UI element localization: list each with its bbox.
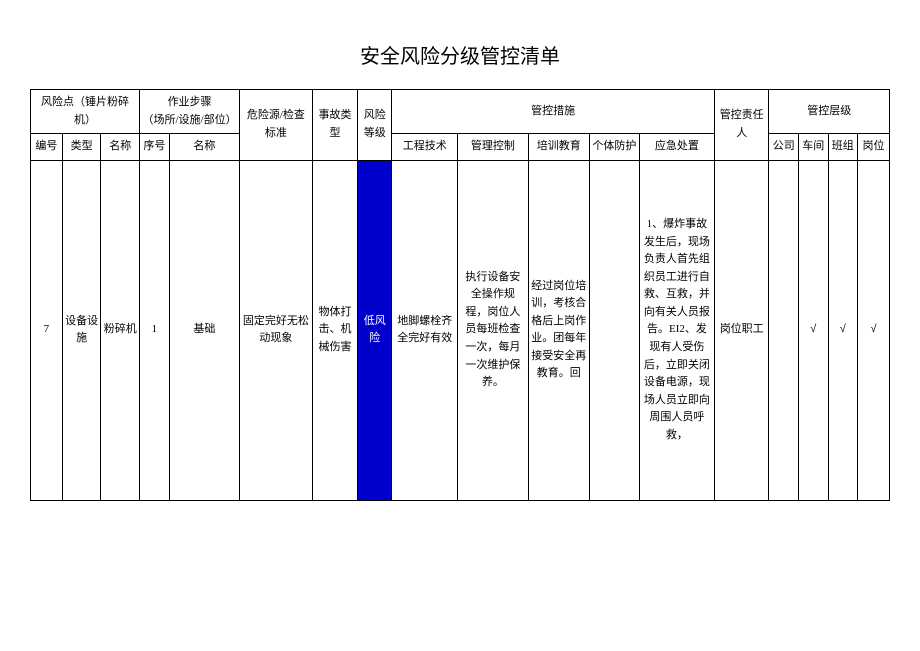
risk-control-table: 风险点（锤片粉碎机） 作业步骤 （场所/设施/部位） 危险源/检查标准 事故类型… (30, 89, 890, 501)
hdr-risk-point: 风险点（锤片粉碎机） (31, 90, 140, 134)
cell-risk-level: 低风险 (358, 160, 392, 500)
cell-eng: 地脚螺栓齐全完好有效 (392, 160, 458, 500)
cell-workshop: √ (798, 160, 828, 500)
hdr-control-level: 管控层级 (769, 90, 890, 134)
cell-num: 7 (31, 160, 63, 500)
cell-company (769, 160, 799, 500)
hdr-risk-level: 风险等级 (358, 90, 392, 161)
table-row: 7 设备设施 粉碎机 1 基础 固定完好无松动现象 物体打击、机械伤害 低风险 … (31, 160, 890, 500)
hdr-team: 班组 (828, 134, 858, 161)
hdr-ppe: 个体防护 (589, 134, 639, 161)
hdr-accident: 事故类型 (312, 90, 357, 161)
hdr-type: 类型 (62, 134, 101, 161)
cell-post: √ (858, 160, 890, 500)
cell-name: 粉碎机 (101, 160, 140, 500)
cell-team: √ (828, 160, 858, 500)
hdr-mgmt: 管理控制 (458, 134, 528, 161)
cell-train: 经过岗位培训，考核合格后上岗作业。团每年接受安全再教育。回 (528, 160, 589, 500)
cell-type: 设备设施 (62, 160, 101, 500)
cell-emerg: 1、爆炸事故发生后，现场负责人首先组织员工进行自救、互救，并向有关人员报告。EI… (639, 160, 714, 500)
cell-step-name: 基础 (169, 160, 239, 500)
hdr-seq: 序号 (140, 134, 170, 161)
hdr-emerg: 应急处置 (639, 134, 714, 161)
hdr-hazard: 危险源/检查标准 (240, 90, 313, 161)
hdr-eng: 工程技术 (392, 134, 458, 161)
hdr-post: 岗位 (858, 134, 890, 161)
hdr-step-name: 名称 (169, 134, 239, 161)
header-row-1: 风险点（锤片粉碎机） 作业步骤 （场所/设施/部位） 危险源/检查标准 事故类型… (31, 90, 890, 134)
cell-ppe (589, 160, 639, 500)
hdr-work-step: 作业步骤 （场所/设施/部位） (140, 90, 240, 134)
hdr-name: 名称 (101, 134, 140, 161)
hdr-responsible: 管控责任人 (714, 90, 769, 161)
page-title: 安全风险分级管控清单 (30, 40, 890, 69)
cell-hazard: 固定完好无松动现象 (240, 160, 313, 500)
hdr-train: 培训教育 (528, 134, 589, 161)
cell-seq: 1 (140, 160, 170, 500)
hdr-control-measure: 管控措施 (392, 90, 715, 134)
cell-mgmt: 执行设备安全操作规程，岗位人员每班检查一次，每月一次维护保养。 (458, 160, 528, 500)
cell-responsible: 岗位职工 (714, 160, 769, 500)
hdr-num: 编号 (31, 134, 63, 161)
hdr-workshop: 车间 (798, 134, 828, 161)
cell-accident: 物体打击、机械伤害 (312, 160, 357, 500)
hdr-company: 公司 (769, 134, 799, 161)
